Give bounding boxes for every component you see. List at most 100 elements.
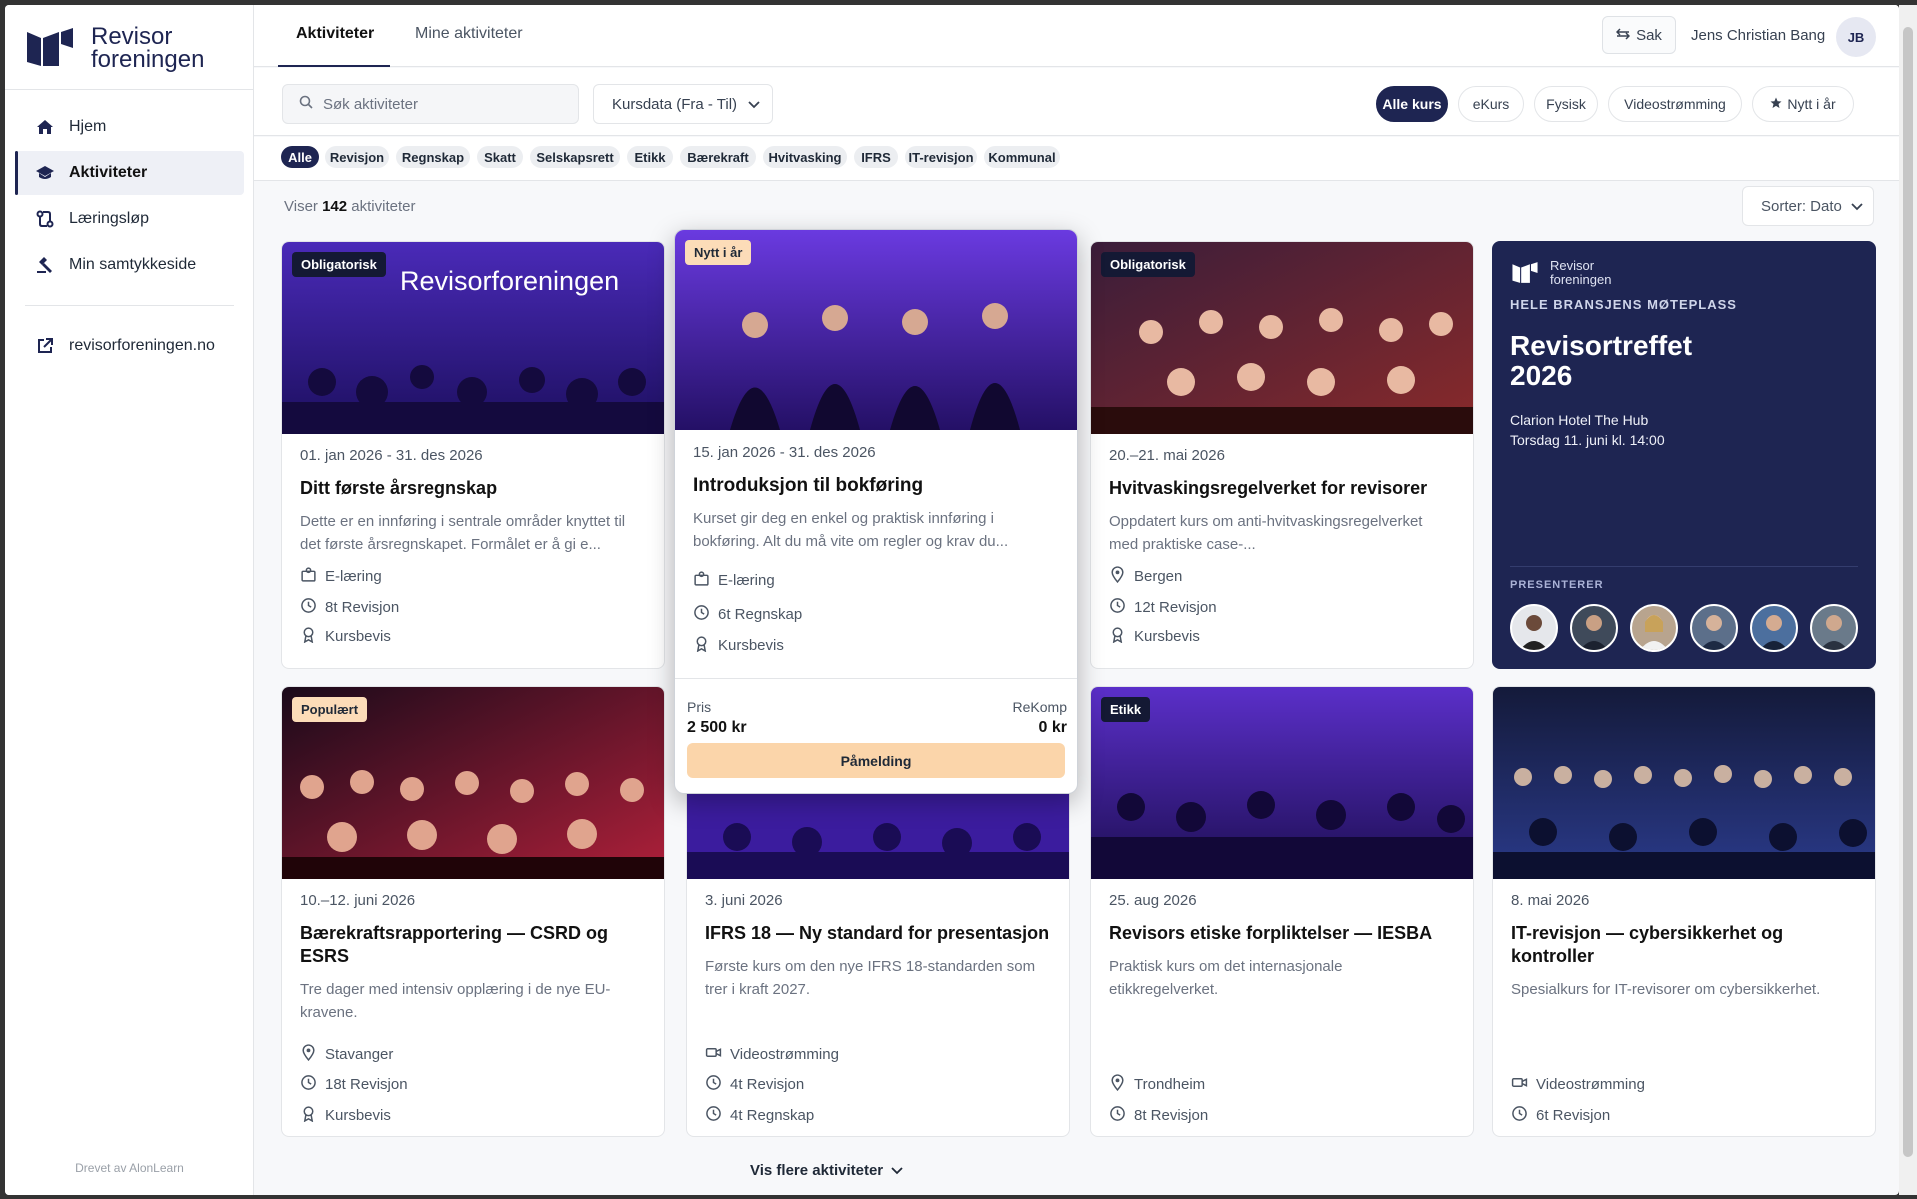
category-etikk[interactable]: Etikk — [627, 146, 673, 168]
rekomp-value: 0 kr — [1038, 719, 1067, 736]
location-pin-icon — [1109, 1074, 1126, 1095]
presenter-avatar[interactable] — [1750, 604, 1798, 652]
card-image — [1493, 687, 1875, 879]
sidebar-item-samtykke[interactable]: Min samtykkeside — [15, 243, 244, 287]
category-kommunal[interactable]: Kommunal — [984, 146, 1060, 168]
featured-logo-line-2: foreningen — [1550, 272, 1612, 287]
card-badge: Populært — [292, 697, 368, 722]
category-alle[interactable]: Alle — [281, 146, 319, 168]
page-scrollbar[interactable] — [1899, 5, 1917, 1195]
featured-logo-line-1: Revisor — [1550, 258, 1595, 273]
register-button[interactable]: Påmelding — [687, 743, 1065, 778]
category-regnskap[interactable]: Regnskap — [396, 146, 470, 168]
featured-presents-label: PRESENTERER — [1510, 579, 1604, 591]
meta-text: 6t Regnskap — [718, 606, 803, 623]
category-baerekraft[interactable]: Bærekraft — [680, 146, 756, 168]
card-date: 3. juni 2026 — [705, 892, 783, 909]
meta-text: Kursbevis — [325, 628, 391, 645]
card-date: 25. aug 2026 — [1109, 892, 1197, 909]
result-count: Viser 142 aktiviteter — [284, 198, 415, 215]
activity-card[interactable]: Revisorforeningen Obligatorisk 01. jan 2… — [281, 241, 665, 669]
card-meta-certificate: Kursbevis — [300, 1105, 391, 1126]
activity-card[interactable]: Etikk 25. aug 2026 Revisors etiske forpl… — [1090, 686, 1474, 1137]
sak-button[interactable]: Sak — [1602, 16, 1676, 54]
event-photo — [1493, 687, 1875, 879]
user-name[interactable]: Jens Christian Bang — [1691, 27, 1825, 44]
meta-text: 12t Revisjon — [1134, 599, 1217, 616]
format-alle-kurs[interactable]: Alle kurs — [1376, 86, 1448, 122]
presenter-avatar[interactable] — [1510, 604, 1558, 652]
card-meta-hours: 8t Revisjon — [1109, 1105, 1208, 1126]
clock-icon — [1109, 1105, 1126, 1126]
meta-text: E-læring — [325, 568, 382, 585]
card-date: 10.–12. juni 2026 — [300, 892, 416, 909]
format-fysisk[interactable]: Fysisk — [1534, 86, 1598, 122]
card-title: Bærekraftsrapportering — CSRD og ESRS — [300, 923, 609, 966]
card-image: Etikk — [1091, 687, 1473, 879]
user-avatar[interactable]: JB — [1836, 17, 1876, 57]
presenter-list — [1510, 604, 1858, 652]
sidebar-item-laeringslop[interactable]: Læringsløp — [15, 197, 244, 241]
clock-icon — [300, 597, 317, 618]
card-description: Kurset gir deg en enkel og praktisk innf… — [693, 510, 1009, 550]
category-selskapsrett[interactable]: Selskapsrett — [530, 146, 620, 168]
format-nytt-i-ar[interactable]: Nytt i år — [1752, 86, 1854, 122]
featured-divider — [1510, 566, 1858, 567]
category-skatt[interactable]: Skatt — [477, 146, 523, 168]
show-more-button[interactable]: Vis flere aktiviteter — [750, 1162, 903, 1179]
presenter-avatar[interactable] — [1630, 604, 1678, 652]
sak-label: Sak — [1636, 26, 1662, 44]
format-ekurs[interactable]: eKurs — [1458, 86, 1524, 122]
activity-card[interactable]: Populært 10.–12. juni 2026 Bærekraftsrap… — [281, 686, 665, 1137]
sidebar-item-aktiviteter[interactable]: Aktiviteter — [15, 151, 244, 195]
card-title: IFRS 18 — Ny standard for presentasjon — [705, 923, 1050, 943]
category-hvitvasking[interactable]: Hvitvasking — [763, 146, 847, 168]
sidebar-item-label: revisorforeningen.no — [69, 337, 215, 354]
presenter-avatar[interactable] — [1810, 604, 1858, 652]
scrollbar-thumb[interactable] — [1903, 27, 1913, 1157]
format-videostromming[interactable]: Videostrømming — [1608, 86, 1742, 122]
category-ifrs[interactable]: IFRS — [854, 146, 898, 168]
certificate-icon — [693, 635, 710, 656]
featured-logo: Revisor foreningen — [1510, 259, 1611, 287]
search-input[interactable] — [323, 95, 563, 113]
gavel-icon — [35, 255, 55, 275]
date-select[interactable]: Kursdata (Fra - Til) — [593, 84, 773, 124]
card-body: 8. mai 2026 IT-revisjon — cybersikkerhet… — [1511, 892, 1857, 1001]
featured-event-card[interactable]: Revisor foreningen HELE BRANSJENS MØTEPLA… — [1492, 241, 1876, 669]
meta-text: E-læring — [718, 572, 775, 589]
activity-card[interactable]: 8. mai 2026 IT-revisjon — cybersikkerhet… — [1492, 686, 1876, 1137]
category-revisjon[interactable]: Revisjon — [325, 146, 389, 168]
card-meta-format: E-læring — [300, 566, 382, 587]
star-icon — [1770, 96, 1782, 112]
brand-logo[interactable]: Revisor foreningen — [25, 25, 204, 72]
card-meta-hours: 4t Revisjon — [705, 1074, 804, 1095]
meta-text: 8t Revisjon — [325, 599, 400, 616]
card-title: Hvitvaskingsregelverket for revisorer — [1109, 478, 1428, 498]
category-it-revisjon[interactable]: IT-revisjon — [905, 146, 977, 168]
meta-text: Kursbevis — [325, 1107, 391, 1124]
card-date: 8. mai 2026 — [1511, 892, 1590, 909]
sort-select[interactable]: Sorter: Dato — [1742, 186, 1874, 226]
card-title: Introduksjon til bokføring — [693, 475, 924, 496]
logo-mark-icon — [1512, 262, 1538, 283]
clock-icon — [1511, 1105, 1528, 1126]
card-meta-hours: 12t Revisjon — [1109, 597, 1217, 618]
clock-icon — [1109, 597, 1126, 618]
sidebar-item-hjem[interactable]: Hjem — [15, 105, 244, 149]
price-value: 2 500 kr — [687, 719, 747, 736]
activity-card[interactable]: Obligatorisk 20.–21. mai 2026 Hvitvaskin… — [1090, 241, 1474, 669]
card-description: Praktisk kurs om det internasjonale etik… — [1109, 958, 1343, 998]
presenter-avatar[interactable] — [1690, 604, 1738, 652]
featured-time: Torsdag 11. juni kl. 14:00 — [1510, 432, 1665, 448]
sidebar-link-external[interactable]: revisorforeningen.no — [15, 324, 244, 368]
activity-card-hovered[interactable]: Nytt i år 15. jan 2026 - 31. des 2026 In… — [674, 229, 1078, 794]
tab-aktiviteter[interactable]: Aktiviteter — [296, 25, 374, 43]
card-image: Nytt i år — [675, 230, 1077, 430]
graduation-cap-icon — [35, 163, 55, 183]
meta-text: 4t Regnskap — [730, 1107, 815, 1124]
tab-mine-aktiviteter[interactable]: Mine aktiviteter — [415, 25, 523, 43]
presenter-avatar[interactable] — [1570, 604, 1618, 652]
card-badge: Obligatorisk — [292, 252, 386, 277]
card-meta-format: Videostrømming — [1511, 1074, 1645, 1095]
